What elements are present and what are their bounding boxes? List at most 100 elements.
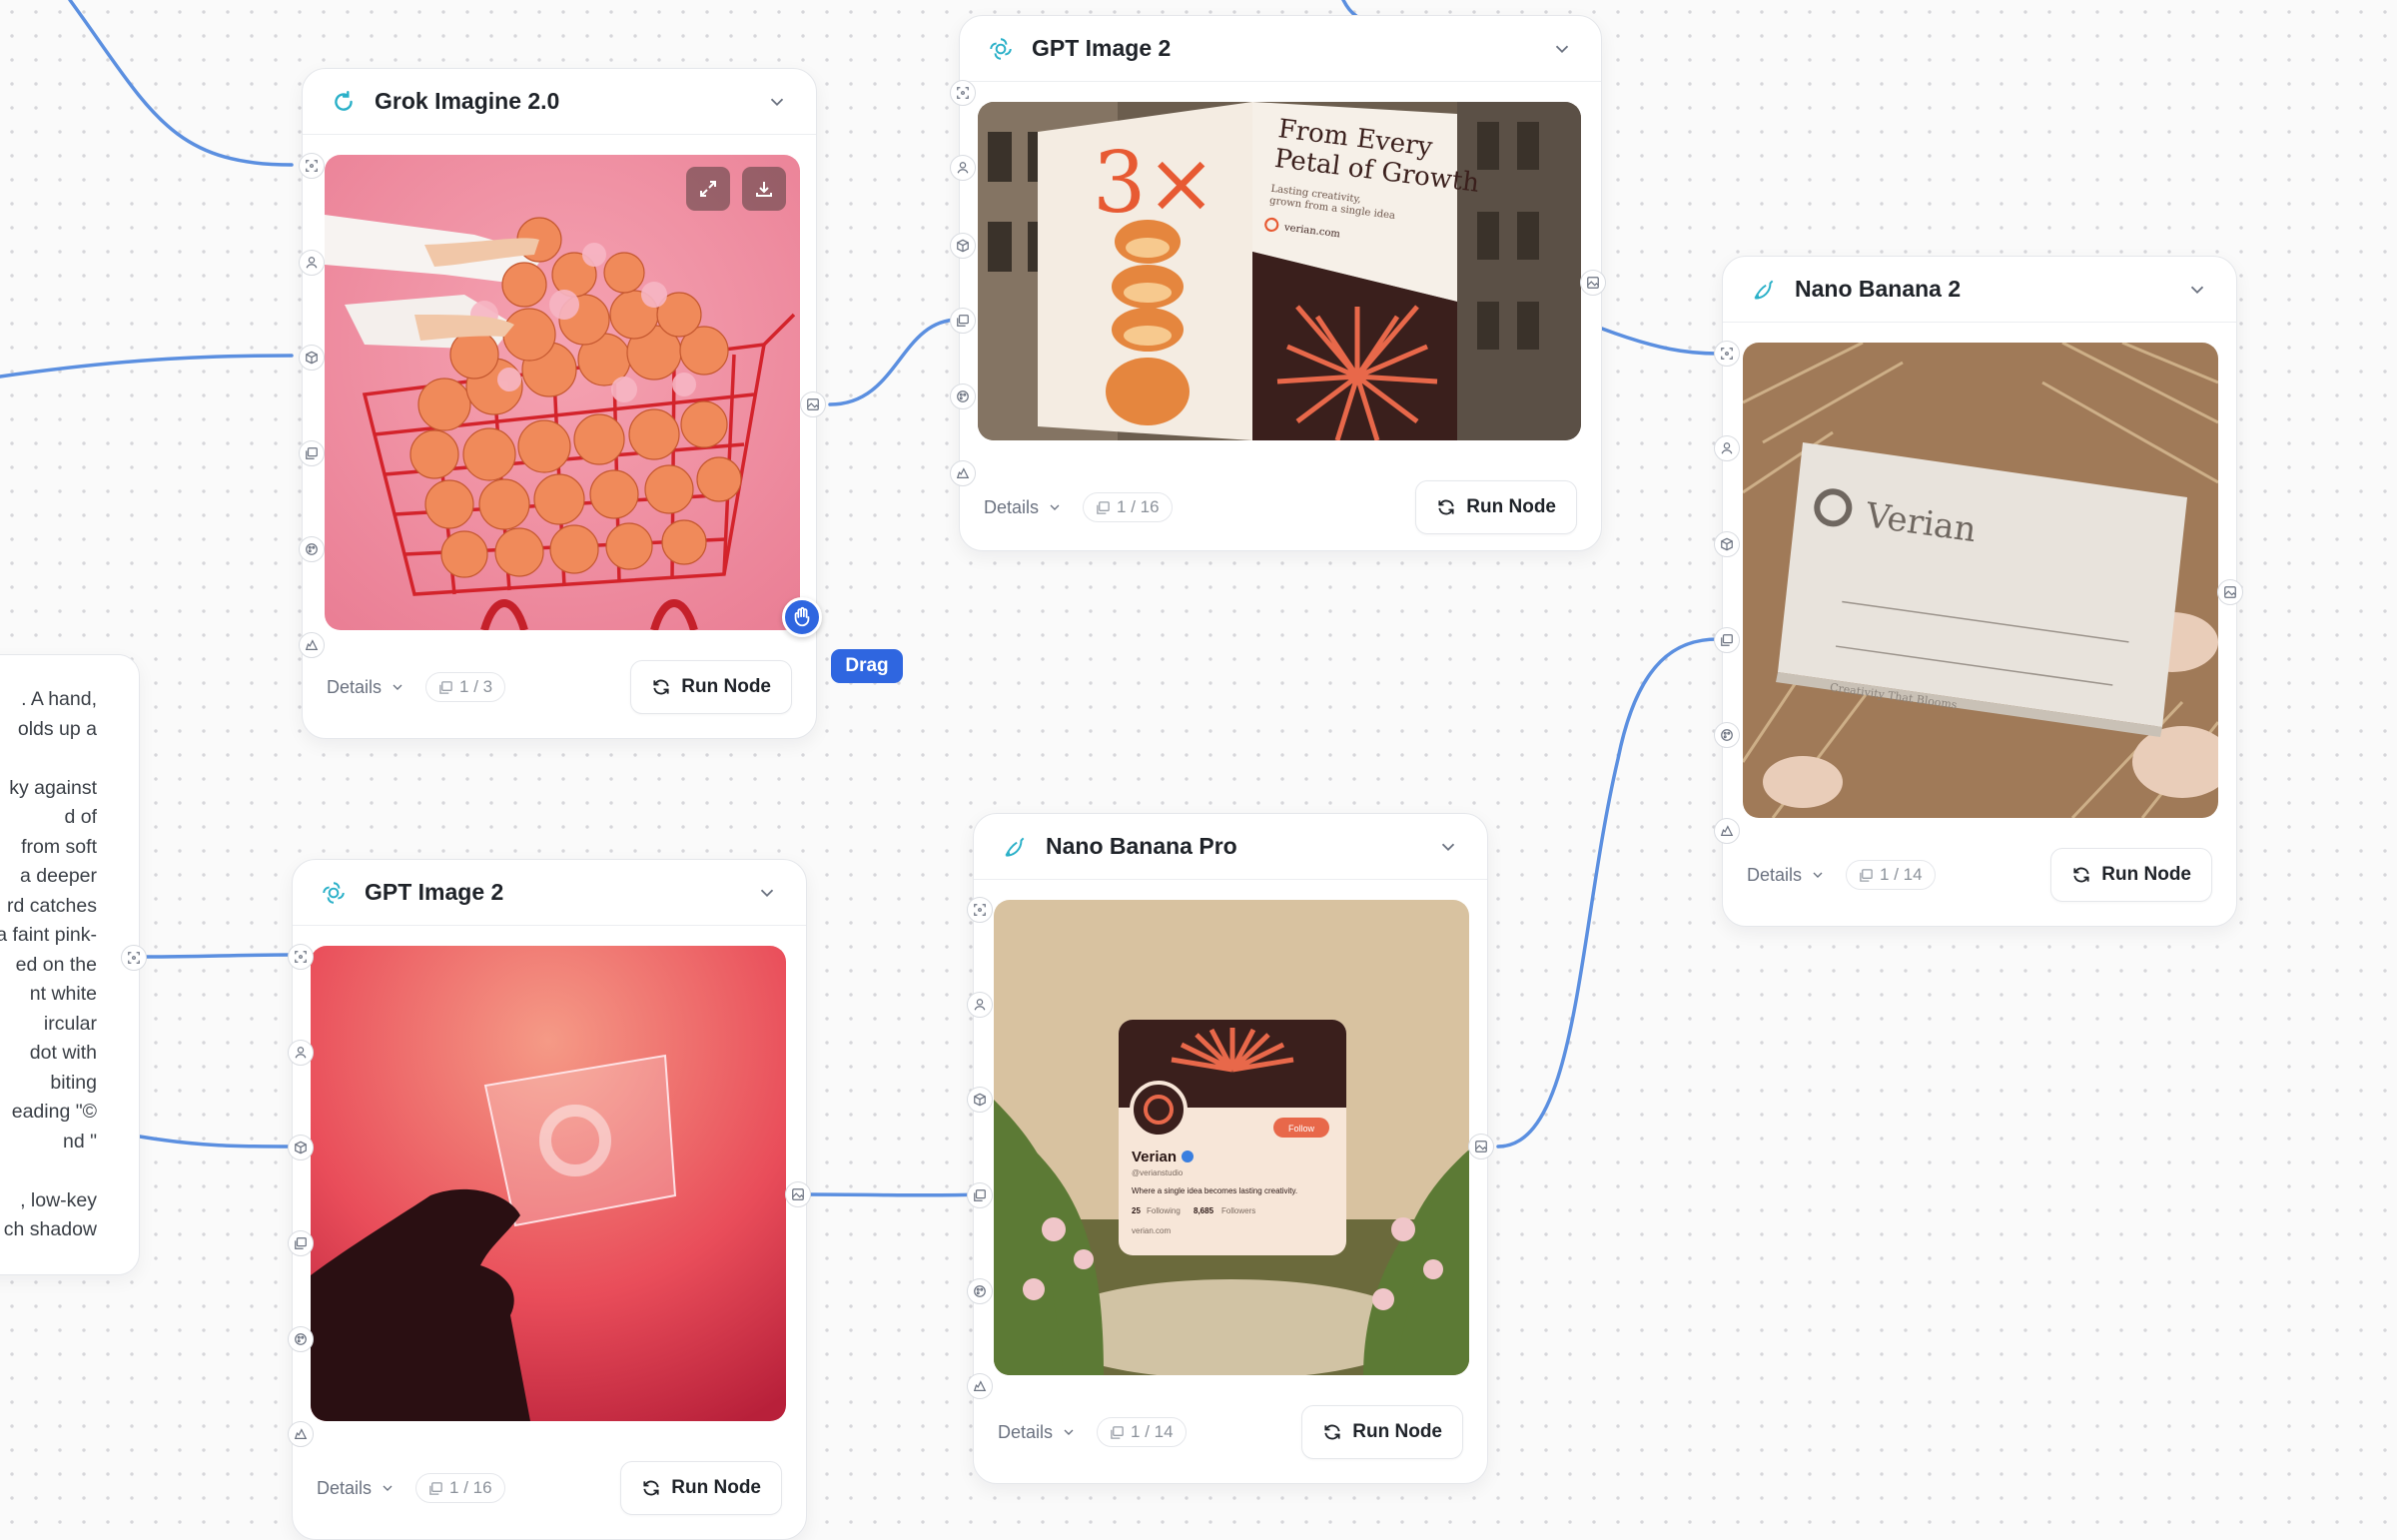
chevron-down-icon[interactable] (2186, 279, 2208, 301)
input-port-prompt[interactable] (967, 897, 993, 923)
details-label: Details (317, 1477, 373, 1498)
input-port-style[interactable] (299, 536, 325, 562)
input-port-person[interactable] (967, 992, 993, 1018)
input-port-prompt[interactable] (1714, 341, 1740, 367)
generated-image-billboard[interactable]: 3× From Every Petal of Growth Lasting cr… (978, 102, 1581, 440)
details-toggle[interactable]: Details (327, 677, 405, 698)
input-port-person[interactable] (950, 155, 976, 181)
chevron-down-icon[interactable] (756, 882, 778, 904)
profile-followers-label: Followers (1221, 1206, 1255, 1215)
person-icon (1721, 442, 1733, 454)
node-nano-banana-pro[interactable]: Nano Banana Pro Follow Verian @verianstu… (973, 813, 1488, 1484)
generated-image-business-card[interactable]: Verian Creativity That Blooms (1743, 343, 2218, 818)
input-port-prompt[interactable] (288, 944, 314, 970)
run-node-label: Run Node (1466, 496, 1556, 517)
run-node-button[interactable]: Run Node (620, 1461, 782, 1515)
prompt-output-port[interactable] (121, 945, 147, 971)
node-footer: Details 1 / 14 Run Node (998, 1405, 1463, 1459)
node-gpt-image-top[interactable]: GPT Image 2 3× From Every Petal of Growt… (959, 15, 1602, 551)
input-port-images[interactable] (1714, 627, 1740, 653)
scan-icon (295, 951, 307, 963)
drag-hand-button[interactable] (782, 597, 822, 637)
input-port-mask[interactable] (1714, 818, 1740, 844)
run-node-button[interactable]: Run Node (2050, 848, 2212, 902)
output-port-image[interactable] (1468, 1134, 1494, 1159)
input-port-mask[interactable] (950, 460, 976, 486)
chevron-down-icon[interactable] (1551, 38, 1573, 60)
details-toggle[interactable]: Details (317, 1478, 396, 1499)
scan-icon (1721, 348, 1733, 360)
input-port-style[interactable] (950, 384, 976, 409)
input-port-object[interactable] (299, 345, 325, 371)
input-port-style[interactable] (288, 1326, 314, 1352)
input-port-person[interactable] (288, 1040, 314, 1066)
output-port-image[interactable] (2217, 579, 2243, 605)
cube-icon (306, 351, 318, 365)
palette-icon (295, 1333, 307, 1345)
input-port-mask[interactable] (288, 1421, 314, 1447)
triangle-icon (1720, 825, 1734, 836)
chevron-down-icon[interactable] (766, 91, 788, 113)
person-icon (957, 162, 969, 174)
details-toggle[interactable]: Details (1747, 865, 1826, 886)
output-port-image[interactable] (785, 1181, 811, 1207)
input-port-prompt[interactable] (950, 80, 976, 106)
run-node-button[interactable]: Run Node (630, 660, 792, 714)
input-port-images[interactable] (288, 1230, 314, 1256)
images-icon (1111, 1425, 1124, 1439)
images-icon (974, 1189, 986, 1201)
node-grok-imagine[interactable]: Grok Imagine 2.0 Details 1 / 3 Run Node (302, 68, 817, 739)
output-port-image[interactable] (1580, 270, 1606, 296)
input-port-object[interactable] (288, 1135, 314, 1160)
expand-image-button[interactable] (686, 167, 730, 211)
node-header[interactable]: Nano Banana Pro (974, 814, 1487, 880)
input-port-person[interactable] (1714, 435, 1740, 461)
prompt-text-card[interactable]: . A hand, olds up a ky against d of from… (0, 654, 140, 1275)
generated-image-glass-card[interactable] (311, 946, 786, 1421)
input-port-images[interactable] (950, 308, 976, 334)
node-header[interactable]: GPT Image 2 (960, 16, 1601, 82)
input-port-person[interactable] (299, 250, 325, 276)
images-icon (1097, 500, 1110, 514)
input-port-images[interactable] (967, 1182, 993, 1208)
node-footer: Details 1 / 3 Run Node (327, 660, 792, 714)
chevron-down-icon[interactable] (1437, 836, 1459, 858)
details-toggle[interactable]: Details (984, 497, 1063, 518)
details-label: Details (1747, 864, 1803, 885)
input-port-object[interactable] (950, 233, 976, 259)
image-icon (2224, 586, 2236, 598)
counter-value: 1 / 14 (1880, 865, 1923, 884)
run-node-button[interactable]: Run Node (1415, 480, 1577, 534)
profile-bio: Where a single idea becomes lasting crea… (1132, 1186, 1297, 1195)
refresh-icon (2073, 867, 2089, 883)
node-nano-banana-2[interactable]: Nano Banana 2 Verian Creativity That Blo… (1722, 256, 2237, 927)
run-node-label: Run Node (2101, 864, 2191, 885)
node-header[interactable]: Nano Banana 2 (1723, 257, 2236, 323)
input-port-style[interactable] (967, 1278, 993, 1304)
input-port-object[interactable] (967, 1087, 993, 1113)
output-port-image[interactable] (800, 391, 826, 417)
banana-icon (1754, 280, 1774, 300)
node-gpt-image-bottom[interactable]: GPT Image 2 Details 1 / 16 Run Node (292, 859, 807, 1540)
image-icon (807, 398, 819, 410)
person-icon (974, 999, 986, 1011)
node-header[interactable]: GPT Image 2 (293, 860, 806, 926)
cube-icon (957, 239, 969, 253)
chevron-down-icon (1050, 504, 1060, 510)
openai-icon (990, 37, 1012, 60)
palette-icon (957, 390, 969, 402)
generated-image-social-profile[interactable]: Follow Verian @verianstudio Where a sing… (994, 900, 1469, 1375)
input-port-mask[interactable] (967, 1373, 993, 1399)
input-port-images[interactable] (299, 440, 325, 466)
input-port-object[interactable] (1714, 531, 1740, 557)
input-port-prompt[interactable] (299, 153, 325, 179)
download-image-button[interactable] (742, 167, 786, 211)
generated-image-shopping-cart[interactable] (325, 155, 800, 630)
input-port-style[interactable] (1714, 722, 1740, 748)
details-toggle[interactable]: Details (998, 1422, 1077, 1443)
node-header[interactable]: Grok Imagine 2.0 (303, 69, 816, 135)
run-node-button[interactable]: Run Node (1301, 1405, 1463, 1459)
images-icon (429, 1481, 442, 1495)
input-port-mask[interactable] (299, 632, 325, 658)
refresh-icon (1324, 1424, 1340, 1440)
